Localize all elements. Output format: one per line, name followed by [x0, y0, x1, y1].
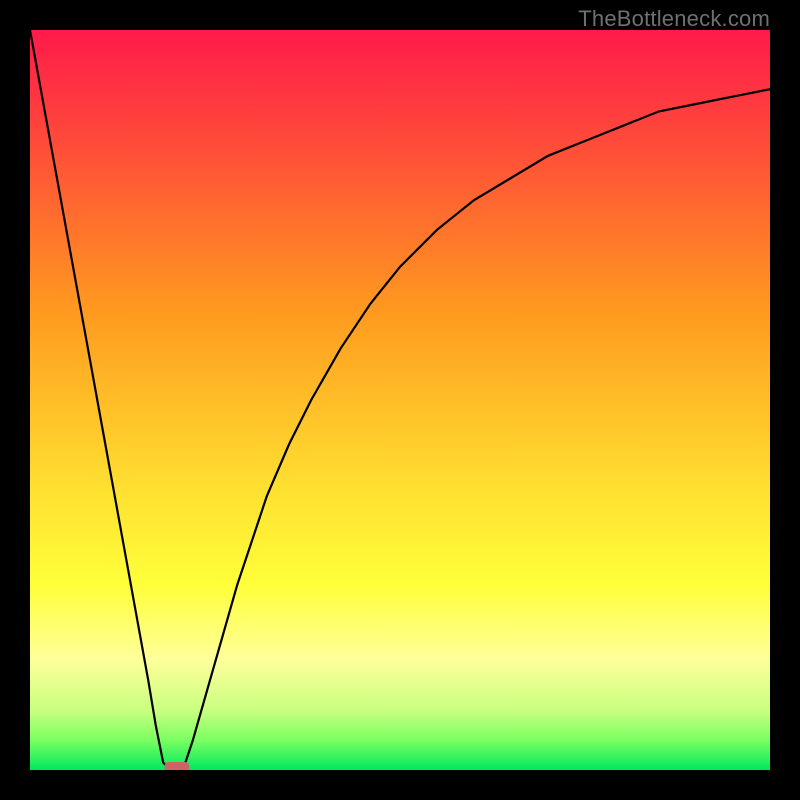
- watermark-text: TheBottleneck.com: [578, 6, 770, 32]
- optimum-marker: [165, 762, 189, 770]
- bottleneck-curve: [30, 30, 770, 770]
- chart-frame: TheBottleneck.com: [0, 0, 800, 800]
- curve-layer: [30, 30, 770, 770]
- plot-area: [30, 30, 770, 770]
